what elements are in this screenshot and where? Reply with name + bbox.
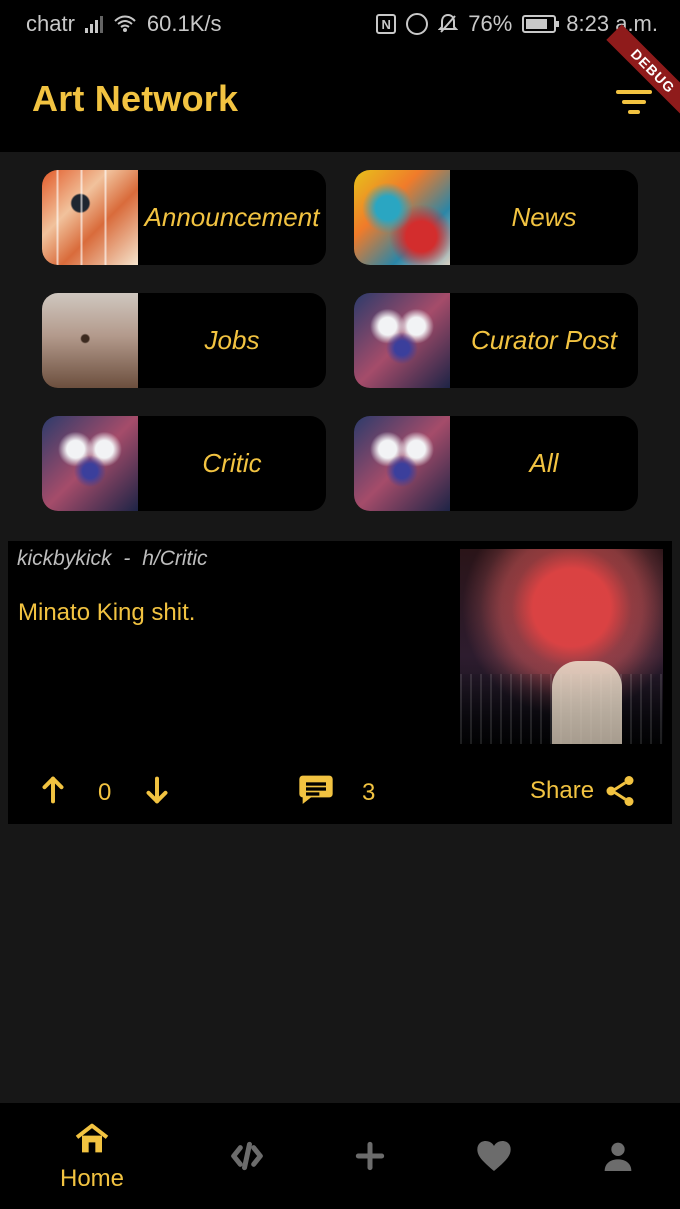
post-card[interactable]: kickbykick - h/Critic Minato King shit. … <box>8 541 672 824</box>
nav-home-label: Home <box>59 1165 125 1192</box>
battery-percent: 76% <box>468 11 513 36</box>
post-author[interactable]: kickbykick <box>17 547 112 570</box>
share-label: Share <box>530 777 595 804</box>
nav-profile[interactable] <box>558 1103 678 1209</box>
network-speed: 60.1K/s <box>146 11 222 36</box>
arrow-down-icon <box>146 776 168 804</box>
filter-button[interactable] <box>612 82 656 122</box>
status-left: chatr 60.1K/s <box>26 11 222 37</box>
character-silhouette <box>552 661 622 744</box>
upvote-button[interactable] <box>36 773 70 807</box>
nfc-icon: N <box>376 14 397 34</box>
category-thumbnail <box>42 170 138 265</box>
nav-home[interactable]: Home <box>32 1103 152 1209</box>
category-thumbnail <box>42 416 138 511</box>
arrow-up-icon <box>42 776 64 804</box>
category-thumbnail <box>354 170 450 265</box>
comment-count: 3 <box>362 779 376 806</box>
wifi-icon <box>113 14 137 34</box>
category-jobs[interactable]: Jobs <box>42 293 326 388</box>
home-icon <box>72 1119 112 1159</box>
category-label: Curator Post <box>471 325 617 355</box>
share-button[interactable]: Share <box>530 773 638 809</box>
status-bar: chatr 60.1K/s N 76% 8:23 a.m. <box>0 0 680 48</box>
meta-separator: - <box>123 547 131 570</box>
category-label: All <box>529 448 559 478</box>
category-thumbnail <box>354 293 450 388</box>
vote-score: 0 <box>98 779 112 806</box>
post-title[interactable]: Minato King shit. <box>18 599 195 627</box>
category-announcement[interactable]: Announcement <box>42 170 326 265</box>
category-thumbnail <box>354 416 450 511</box>
post-image[interactable] <box>460 549 663 744</box>
heart-icon <box>474 1136 514 1176</box>
share-icon <box>606 776 634 806</box>
carrier-label: chatr <box>26 11 75 36</box>
alarm-icon <box>406 13 429 35</box>
app-bar: Art Network DEBUG <box>0 24 680 152</box>
battery-icon <box>522 15 560 33</box>
category-all[interactable]: All <box>354 416 638 511</box>
nav-code[interactable] <box>187 1103 307 1209</box>
filter-icon <box>616 90 652 114</box>
plus-icon <box>350 1136 390 1176</box>
category-label: Critic <box>202 448 262 478</box>
category-thumbnail <box>42 293 138 388</box>
post-meta: kickbykick - h/Critic <box>17 547 208 571</box>
bottom-nav: Home <box>0 1103 680 1209</box>
post-actions: 0 3 Share <box>8 761 672 821</box>
category-label: Announcement <box>144 202 320 232</box>
category-label: Jobs <box>204 325 260 355</box>
post-community[interactable]: h/Critic <box>142 547 207 570</box>
category-news[interactable]: News <box>354 170 638 265</box>
signal-icon <box>84 15 103 33</box>
app-title: Art Network <box>32 78 239 119</box>
comment-icon <box>299 775 333 804</box>
nav-create[interactable] <box>310 1103 430 1209</box>
mute-bell-icon <box>438 13 459 35</box>
code-icon <box>227 1136 267 1176</box>
profile-icon <box>598 1136 638 1176</box>
downvote-button[interactable] <box>140 773 174 807</box>
category-label: News <box>511 202 577 232</box>
nav-favorites[interactable] <box>434 1103 554 1209</box>
comments-button[interactable] <box>296 769 336 809</box>
category-critic[interactable]: Critic <box>42 416 326 511</box>
category-curator-post[interactable]: Curator Post <box>354 293 638 388</box>
